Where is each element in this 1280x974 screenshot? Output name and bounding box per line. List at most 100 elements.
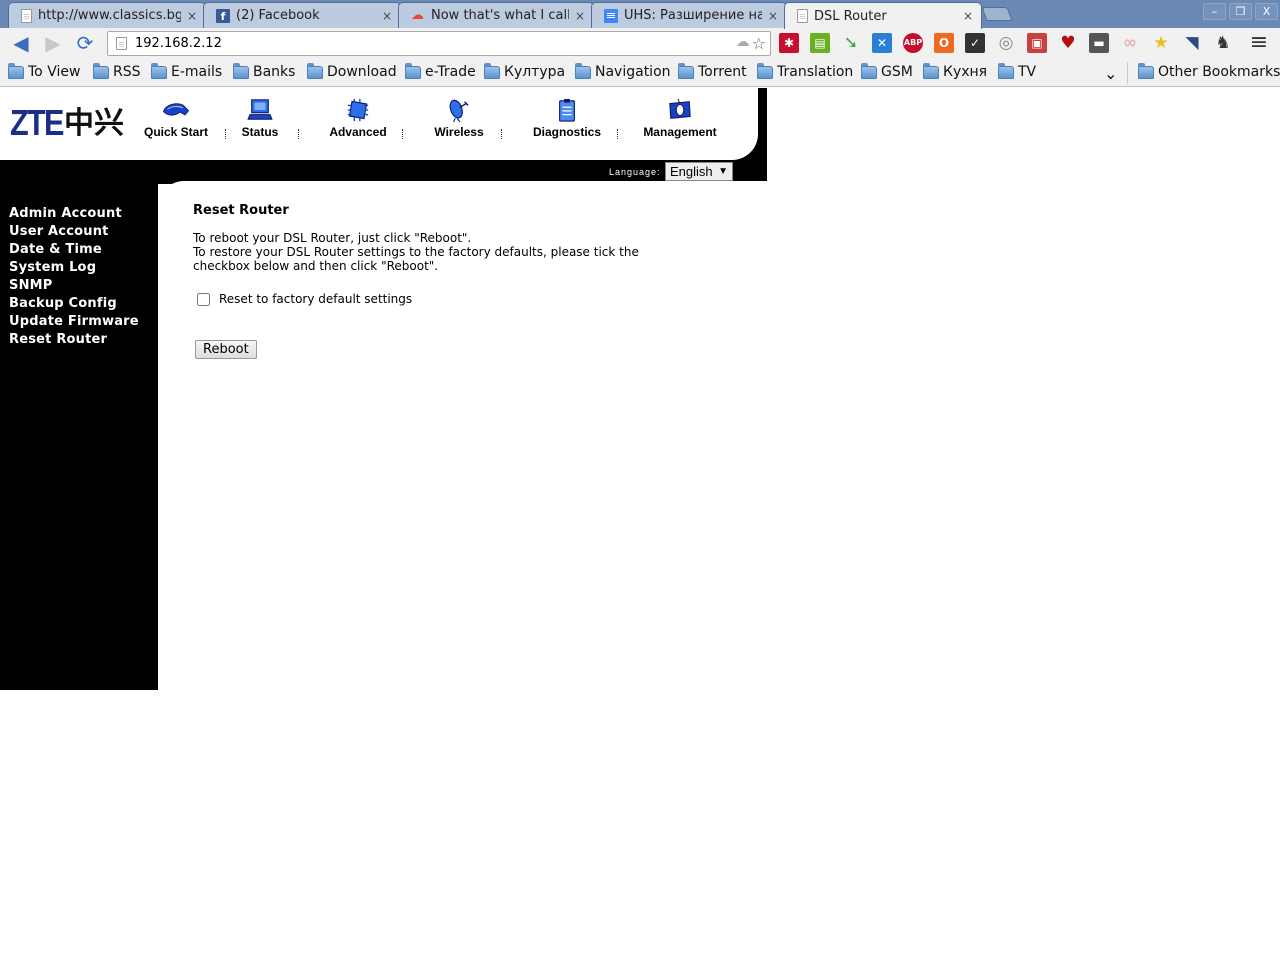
- url-input[interactable]: [135, 36, 770, 51]
- page-icon: [116, 37, 127, 50]
- tab-uhs[interactable]: UHS: Разширение на м ×: [591, 2, 787, 28]
- restore-button[interactable]: ❐: [1229, 3, 1252, 20]
- bookmarks-overflow-button[interactable]: ⌄: [1104, 64, 1117, 83]
- folder-icon: [575, 62, 591, 79]
- bookmark-folder[interactable]: RSS: [93, 62, 141, 80]
- bookmark-folder[interactable]: Navigation: [575, 62, 671, 80]
- nav-separator: [617, 129, 618, 139]
- bookmark-folder[interactable]: TV: [998, 62, 1037, 80]
- close-icon[interactable]: ×: [575, 9, 585, 23]
- factory-reset-label[interactable]: Reset to factory default settings: [219, 292, 412, 306]
- film-reel-icon[interactable]: ◎: [996, 33, 1016, 53]
- nav-advanced[interactable]: Advanced: [322, 98, 394, 139]
- minimize-button[interactable]: –: [1203, 3, 1226, 20]
- nav-diagnostics[interactable]: Diagnostics: [530, 98, 604, 139]
- other-bookmarks-folder[interactable]: Other Bookmarks: [1138, 62, 1280, 80]
- factory-reset-checkbox[interactable]: [197, 292, 210, 306]
- hamburger-menu-icon: ≡: [1249, 30, 1269, 55]
- forward-button[interactable]: ▶: [42, 32, 64, 54]
- adblock-plus-icon[interactable]: ABP: [903, 33, 923, 53]
- sidebar-item-admin-account[interactable]: Admin Account: [9, 205, 139, 223]
- close-icon[interactable]: ×: [187, 9, 197, 23]
- sidebar-item-update-firmware[interactable]: Update Firmware: [9, 313, 139, 331]
- sidebar-item-user-account[interactable]: User Account: [9, 223, 139, 241]
- bookmark-label: Download: [327, 64, 397, 80]
- lastpass-icon[interactable]: ✱: [779, 33, 799, 53]
- close-window-button[interactable]: X: [1255, 3, 1278, 20]
- sidebar-item-system-log[interactable]: System Log: [9, 259, 139, 277]
- docs-icon: [604, 8, 618, 23]
- tab-facebook[interactable]: f (2) Facebook ×: [203, 2, 401, 28]
- reload-button[interactable]: ⟳: [74, 32, 96, 54]
- tab-title: DSL Router: [814, 8, 887, 24]
- folder-icon: [233, 62, 249, 79]
- folder-dark-icon[interactable]: ▬: [1089, 33, 1109, 53]
- close-icon[interactable]: ×: [768, 9, 778, 23]
- save-disk-icon[interactable]: ▣: [1027, 33, 1047, 53]
- bookmark-label: Кухня: [943, 64, 988, 80]
- reboot-button[interactable]: Reboot: [195, 340, 257, 359]
- evernote-icon[interactable]: ♞: [1213, 33, 1233, 53]
- nav-wireless[interactable]: Wireless: [428, 98, 490, 139]
- nav-management[interactable]: Management: [640, 98, 720, 139]
- xmarks-icon[interactable]: ✕: [872, 33, 892, 53]
- close-icon[interactable]: ×: [382, 9, 392, 23]
- address-bar[interactable]: ☁ ☆: [107, 31, 771, 56]
- nav-quick-start[interactable]: Quick Start: [140, 98, 212, 139]
- bookmark-label: RSS: [113, 64, 141, 80]
- bookmark-folder[interactable]: To View: [8, 62, 80, 80]
- bookmark-folder[interactable]: e-Trade: [405, 62, 476, 80]
- back-button[interactable]: ◀: [10, 32, 32, 54]
- bookmark-label: TV: [1018, 64, 1037, 80]
- checkmark-task-icon[interactable]: ✓: [965, 33, 985, 53]
- new-tab-button[interactable]: [981, 7, 1013, 21]
- nav-label: Diagnostics: [532, 125, 601, 139]
- heartbleed-icon[interactable]: ♥: [1058, 33, 1078, 53]
- language-label: Language:: [609, 167, 661, 177]
- diagnostics-clipboard-icon: [559, 98, 575, 122]
- bookmark-folder[interactable]: Download: [307, 62, 397, 80]
- tab-title: Now that's what I call a: [431, 8, 569, 23]
- sidebar-item-reset-router[interactable]: Reset Router: [9, 331, 139, 349]
- bookmark-star-icon[interactable]: ☆: [752, 34, 766, 53]
- quick-start-icon: [162, 103, 190, 116]
- header-panel: ZTE 中兴 Quick Start Status Advanced Wirel…: [0, 88, 758, 160]
- nav-label: Wireless: [434, 125, 484, 139]
- rings-icon[interactable]: ∞: [1120, 33, 1140, 53]
- factory-reset-row: Reset to factory default settings: [193, 292, 693, 306]
- print-icon[interactable]: ▤: [810, 33, 830, 53]
- redirect-arrow-icon[interactable]: ➘: [841, 33, 861, 53]
- nav-status[interactable]: Status: [233, 98, 287, 139]
- bookmark-label: Култура: [504, 64, 566, 80]
- sidebar-item-snmp[interactable]: SNMP: [9, 277, 139, 295]
- bookmark-label: E-mails: [171, 64, 223, 80]
- bookmark-folder[interactable]: Banks: [233, 62, 295, 80]
- tab-dsl-router[interactable]: DSL Router ×: [784, 2, 982, 29]
- close-icon[interactable]: ×: [963, 9, 973, 23]
- chrome-menu-button[interactable]: ≡: [1248, 32, 1270, 54]
- incognito-hat-icon[interactable]: ☁: [736, 34, 750, 53]
- bookmark-folder[interactable]: Torrent: [678, 62, 747, 80]
- bookmark-folder[interactable]: E-mails: [151, 62, 223, 80]
- tab-classics[interactable]: http://www.classics.bg/ ×: [8, 2, 206, 28]
- bookmark-folder[interactable]: Translation: [757, 62, 853, 80]
- status-laptop-icon: [247, 99, 273, 120]
- bookmark-folder[interactable]: Кухня: [923, 62, 988, 80]
- language-select[interactable]: English ▼: [665, 162, 733, 181]
- bookmark-label: GSM: [881, 64, 913, 80]
- sidebar-item-date-time[interactable]: Date & Time: [9, 241, 139, 259]
- tab-now-thats[interactable]: ☁ Now that's what I call a ×: [398, 2, 594, 28]
- back-arrow-icon: ◀: [13, 31, 29, 55]
- bookmark-folder[interactable]: Култура: [484, 62, 566, 80]
- rss-feed-icon[interactable]: ◥: [1182, 33, 1202, 53]
- star-check-icon[interactable]: ★: [1151, 33, 1171, 53]
- dropdown-arrow-icon: ▼: [718, 166, 728, 177]
- facebook-icon: f: [216, 8, 230, 23]
- sidebar-item-backup-config[interactable]: Backup Config: [9, 295, 139, 313]
- tab-title: UHS: Разширение на м: [624, 8, 762, 23]
- bookmark-folder[interactable]: GSM: [861, 62, 913, 80]
- advanced-chip-icon: [347, 98, 369, 122]
- opera-o-icon[interactable]: O: [934, 33, 954, 53]
- reload-icon: ⟳: [76, 31, 94, 55]
- folder-icon: [8, 62, 24, 79]
